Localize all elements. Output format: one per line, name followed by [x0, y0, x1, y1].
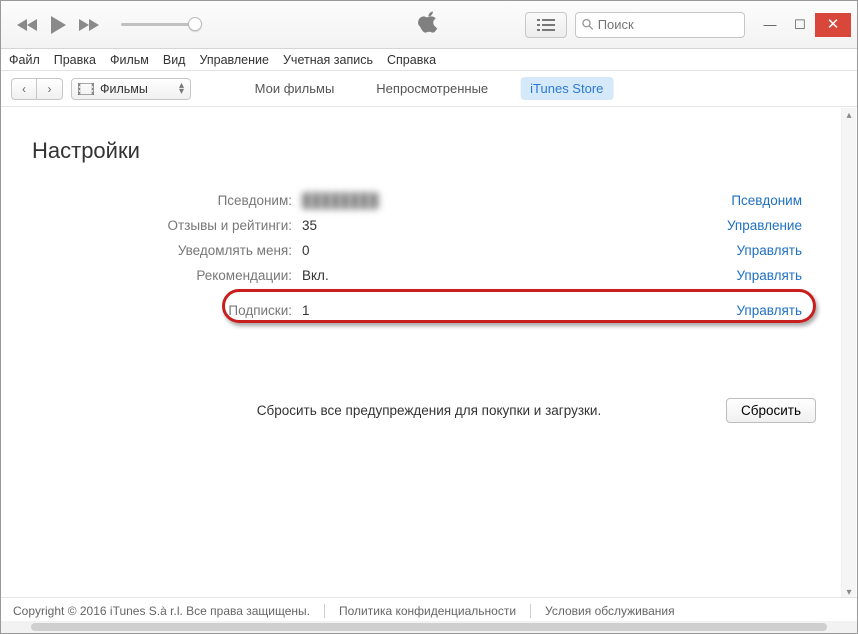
reset-button[interactable]: Сбросить — [726, 398, 816, 423]
reset-text: Сбросить все предупреждения для покупки … — [257, 403, 601, 418]
link-subscriptions-manage[interactable]: Управлять — [736, 303, 826, 318]
link-reco-manage[interactable]: Управлять — [736, 268, 826, 283]
play-button[interactable] — [49, 15, 67, 35]
window-controls: — ☐ ✕ — [755, 13, 851, 37]
reset-area: Сбросить все предупреждения для покупки … — [32, 403, 826, 418]
tab-itunes-store[interactable]: iTunes Store — [520, 77, 613, 100]
menu-movie[interactable]: Фильм — [110, 53, 149, 67]
menu-edit[interactable]: Правка — [54, 53, 96, 67]
menu-account[interactable]: Учетная запись — [283, 53, 373, 67]
close-button[interactable]: ✕ — [815, 13, 851, 37]
footer-privacy-link[interactable]: Политика конфиденциальности — [339, 604, 516, 618]
menu-help[interactable]: Справка — [387, 53, 436, 67]
settings-rows: Псевдоним: ████████ Псевдоним Отзывы и р… — [32, 188, 826, 323]
film-icon — [78, 83, 94, 95]
link-reviews-manage[interactable]: Управление — [727, 218, 826, 233]
minimize-button[interactable]: — — [755, 13, 785, 37]
nav-forward-button[interactable]: › — [37, 78, 63, 100]
prev-track-button[interactable] — [17, 17, 39, 33]
chevron-updown-icon: ▴▾ — [179, 83, 184, 95]
footer: Copyright © 2016 iTunes S.à r.l. Все пра… — [1, 597, 857, 623]
tab-unwatched[interactable]: Непросмотренные — [366, 77, 498, 100]
scroll-up-icon[interactable]: ▴ — [842, 108, 856, 122]
search-icon — [582, 18, 594, 31]
row-notify: Уведомлять меня: 0 Управлять — [32, 238, 826, 263]
tab-my-movies[interactable]: Мои фильмы — [245, 77, 345, 100]
footer-terms-link[interactable]: Условия обслуживания — [545, 604, 675, 618]
page-title: Настройки — [32, 138, 826, 164]
volume-slider[interactable] — [121, 23, 195, 26]
menubar: Файл Правка Фильм Вид Управление Учетная… — [1, 49, 857, 71]
media-type-label: Фильмы — [100, 82, 148, 96]
titlebar: — ☐ ✕ — [1, 1, 857, 49]
vertical-scrollbar[interactable]: ▴ ▾ — [841, 108, 856, 599]
nav-buttons: ‹ › — [11, 78, 63, 100]
row-subscriptions: Подписки: 1 Управлять — [32, 298, 826, 323]
link-notify-manage[interactable]: Управлять — [736, 243, 826, 258]
nav-back-button[interactable]: ‹ — [11, 78, 37, 100]
toolbar: ‹ › Фильмы ▴▾ Мои фильмы Непросмотренные… — [1, 71, 857, 107]
next-track-button[interactable] — [77, 17, 99, 33]
menu-view[interactable]: Вид — [163, 53, 186, 67]
horizontal-scrollbar[interactable] — [1, 621, 857, 633]
tabs: Мои фильмы Непросмотренные iTunes Store — [245, 77, 614, 100]
row-subscriptions-highlight: Подписки: 1 Управлять — [32, 293, 826, 323]
link-nickname[interactable]: Псевдоним — [731, 193, 826, 208]
menu-file[interactable]: Файл — [9, 53, 40, 67]
content-area: Настройки Псевдоним: ████████ Псевдоним … — [2, 108, 856, 599]
media-type-selector[interactable]: Фильмы ▴▾ — [71, 78, 191, 100]
row-nickname: Псевдоним: ████████ Псевдоним — [32, 188, 826, 213]
menu-controls[interactable]: Управление — [199, 53, 269, 67]
row-recommendations: Рекомендации: Вкл. Управлять — [32, 263, 826, 288]
maximize-button[interactable]: ☐ — [785, 13, 815, 37]
row-reviews: Отзывы и рейтинги: 35 Управление — [32, 213, 826, 238]
list-view-button[interactable] — [525, 12, 567, 38]
search-input[interactable] — [575, 12, 745, 38]
playback-controls — [7, 15, 195, 35]
footer-copyright: Copyright © 2016 iTunes S.à r.l. Все пра… — [13, 604, 310, 618]
apple-logo-icon — [418, 9, 440, 40]
